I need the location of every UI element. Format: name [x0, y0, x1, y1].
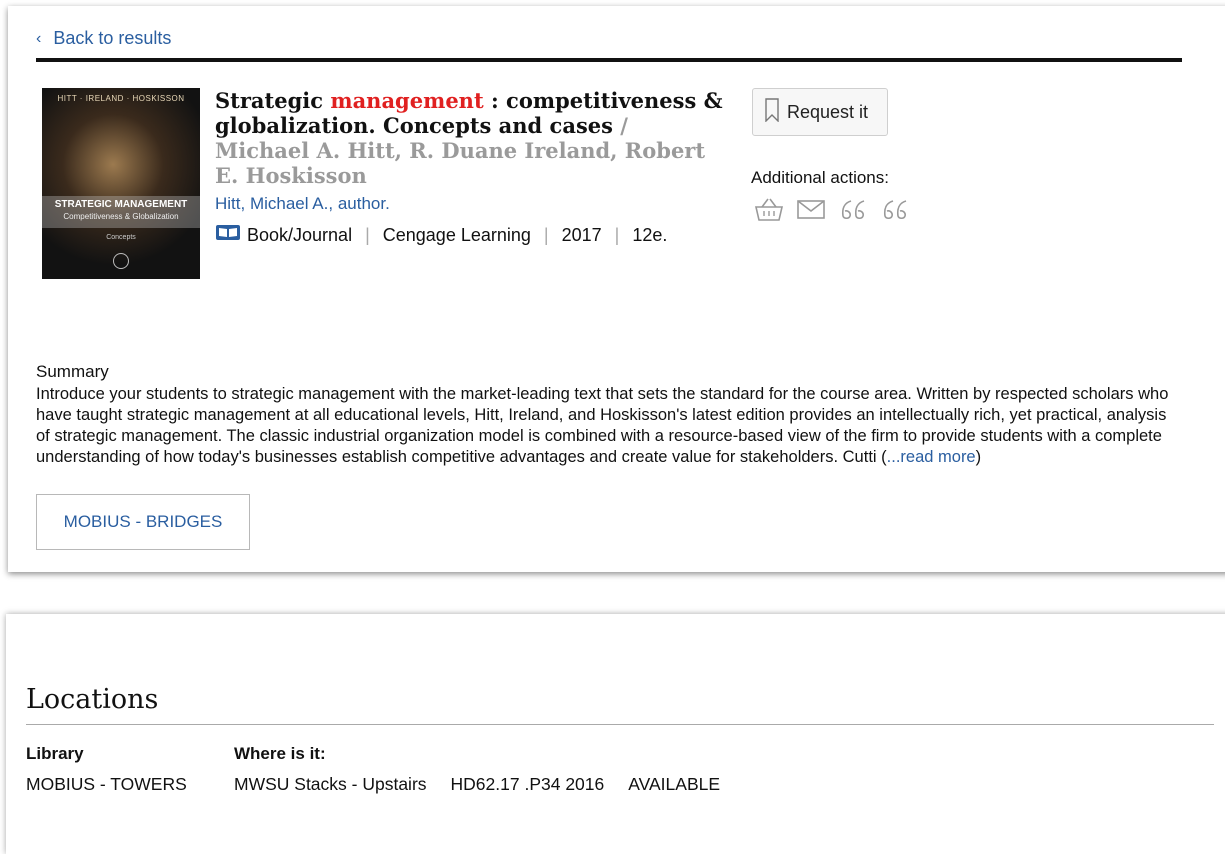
email-icon[interactable]	[795, 196, 827, 222]
location-row[interactable]: MOBIUS - TOWERS MWSU Stacks - Upstairs H…	[26, 774, 720, 795]
locations-heading: Locations	[26, 684, 159, 715]
cover-edition: Concepts	[106, 234, 136, 241]
additional-actions	[753, 196, 911, 222]
author-link[interactable]: Hitt, Michael A., author.	[215, 194, 390, 214]
search-term-highlight: management	[330, 88, 484, 113]
edition: 12e.	[632, 224, 668, 245]
bookmark-icon	[765, 97, 779, 127]
call-number: HD62.17 .P34 2016	[450, 774, 605, 794]
library-column-header: Library	[26, 744, 84, 763]
publisher: Cengage Learning	[382, 224, 531, 245]
publication-year: 2017	[561, 224, 602, 245]
publisher-seal-icon	[113, 253, 129, 269]
locations-card: Locations Library Where is it: MOBIUS - …	[6, 614, 1225, 854]
summary-text: Introduce your students to strategic man…	[36, 385, 1169, 466]
chevron-left-icon: ‹	[36, 29, 42, 47]
read-more-link[interactable]: ...read more	[887, 448, 976, 466]
location-shelf: MWSU Stacks - Upstairs	[234, 774, 427, 794]
location-library: MOBIUS - TOWERS	[26, 774, 187, 794]
book-cover-image[interactable]: HITT · IRELAND · HOSKISSON STRATEGIC MAN…	[42, 88, 200, 279]
request-it-button[interactable]: Request it	[752, 88, 888, 136]
cover-title: STRATEGIC MANAGEMENT	[54, 199, 188, 210]
summary-heading: Summary	[36, 362, 109, 381]
citation-icon[interactable]	[837, 196, 869, 222]
cover-subtitle: Competitiveness & Globalization	[63, 212, 179, 221]
cover-authors: HITT · IRELAND · HOSKISSON	[57, 94, 185, 103]
additional-actions-label: Additional actions:	[751, 168, 889, 187]
availability-status: AVAILABLE	[628, 774, 721, 794]
format-label: Book/Journal	[247, 224, 353, 245]
back-label: Back to results	[53, 28, 172, 48]
record-meta: Book/Journal | Cengage Learning | 2017 |…	[215, 224, 667, 246]
citation-export-icon[interactable]	[879, 196, 911, 222]
locations-divider	[26, 724, 1214, 725]
where-column-header: Where is it:	[234, 744, 326, 763]
record-card: ‹ Back to results HITT · IRELAND · HOSKI…	[8, 6, 1225, 572]
book-icon	[215, 224, 241, 246]
header-divider	[36, 58, 1182, 62]
record-title[interactable]: Strategic management : competitiveness &…	[215, 88, 725, 188]
library-filter-button[interactable]: MOBIUS - BRIDGES	[36, 494, 250, 550]
basket-icon[interactable]	[753, 196, 785, 222]
back-to-results-link[interactable]: ‹ Back to results	[36, 28, 171, 49]
request-label: Request it	[787, 101, 869, 122]
